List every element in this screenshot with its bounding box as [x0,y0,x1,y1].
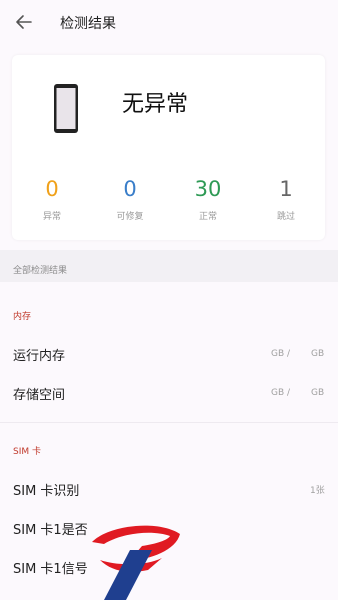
row-storage-total: GB [311,388,325,398]
stat-skipped-value: 1 [279,177,293,201]
row-ram-used: GB / [271,349,291,359]
stat-fixable-label: 可修复 [116,212,144,222]
phone-icon [54,84,78,133]
app-header: 检测结果 [0,0,338,46]
section-sim-label: SIM 卡 [13,447,41,457]
stat-fixable: 0 可修复 [100,175,160,222]
row-sim-detect-label: SIM 卡识别 [13,484,80,499]
stat-skipped: 1 跳过 [256,175,316,222]
watermark-logo [92,525,180,600]
result-status: 无异常 [122,92,189,117]
section-memory-label: 内存 [13,312,32,322]
row-storage-label: 存储空间 [13,388,66,403]
row-ram-label: 运行内存 [13,349,66,364]
row-sim-detect-value: 1张 [310,486,325,496]
stat-fixable-value: 0 [123,177,137,201]
stat-normal: 30 正常 [178,175,238,222]
back-arrow-icon[interactable] [14,12,34,32]
stat-normal-label: 正常 [198,212,217,222]
stat-abnormal: 0 异常 [22,175,82,222]
all-results-label: 全部检测结果 [13,266,68,276]
row-sim1-signal-label: SIM 卡1信号 [13,562,88,577]
stat-normal-value: 30 [194,177,222,201]
stat-abnormal-value: 0 [45,177,59,201]
summary-card: 无异常 0 异常 0 可修复 30 正常 1 跳过 [12,55,325,240]
section-divider [0,422,338,423]
row-storage-used: GB / [271,388,291,398]
row-ram-total: GB [311,349,325,359]
stat-abnormal-label: 异常 [42,212,61,222]
stat-skipped-label: 跳过 [276,212,295,222]
row-sim1-status-label: SIM 卡1是否 [13,523,88,538]
page-title: 检测结果 [60,16,116,32]
